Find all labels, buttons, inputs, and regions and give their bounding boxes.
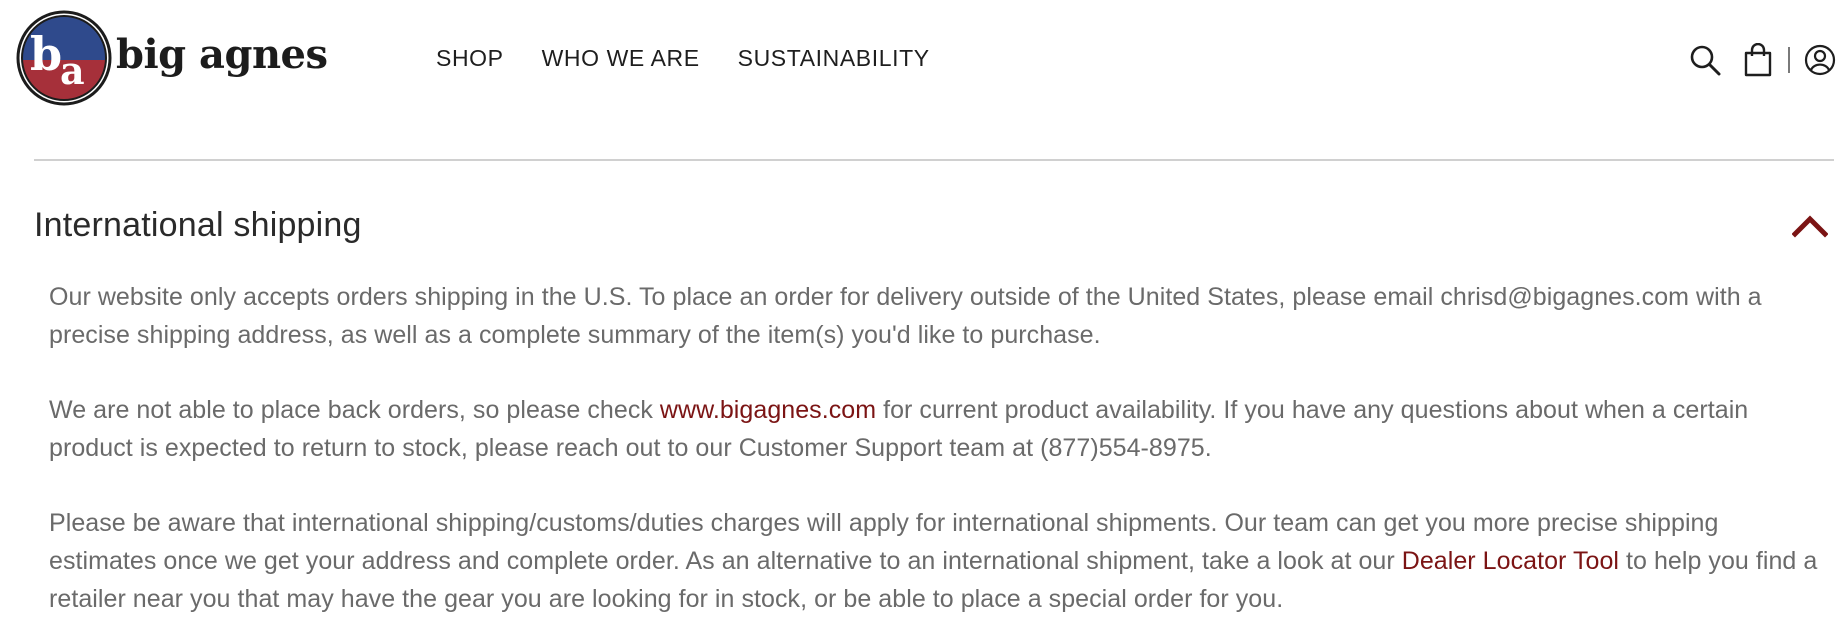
chevron-up-icon[interactable] [1792,212,1828,238]
utility-divider [1788,47,1790,73]
paragraph-back-orders: We are not able to place back orders, so… [49,391,1829,467]
nav-item-shop[interactable]: SHOP [436,45,504,72]
cart-button[interactable] [1740,42,1776,78]
international-shipping-accordion-toggle[interactable]: International shipping [34,200,1834,250]
paragraph-text: We are not able to place back orders, so… [49,396,660,424]
nav-item-sustainability[interactable]: SUSTAINABILITY [738,45,930,72]
badge-letter-a: a [60,48,85,93]
cart-icon [1744,43,1772,77]
accordion-content: Our website only accepts orders shipping… [49,278,1829,618]
bigagnes-website-link[interactable]: www.bigagnes.com [660,396,876,424]
utility-bar [1687,42,1838,78]
account-icon [1804,44,1836,76]
brand-logo-link[interactable]: b a big agnes [16,10,328,106]
account-button[interactable] [1802,42,1838,78]
search-button[interactable] [1687,42,1723,78]
dealer-locator-link[interactable]: Dealer Locator Tool [1402,547,1619,575]
section-divider [34,159,1834,161]
paragraph-email-orders: Our website only accepts orders shipping… [49,283,1762,349]
nav-item-who-we-are[interactable]: WHO WE ARE [542,45,700,72]
badge-letter-b: b [30,27,62,81]
accordion-title: International shipping [34,205,362,244]
big-agnes-badge-icon: b a [16,10,112,106]
paragraph-customs-duties: Please be aware that international shipp… [49,504,1829,618]
search-icon [1690,45,1721,76]
site-header: b a big agnes SHOP WHO WE ARE SUSTAINABI… [0,0,1846,118]
brand-wordmark: big agnes [116,31,328,78]
main-navigation: SHOP WHO WE ARE SUSTAINABILITY [436,45,930,72]
